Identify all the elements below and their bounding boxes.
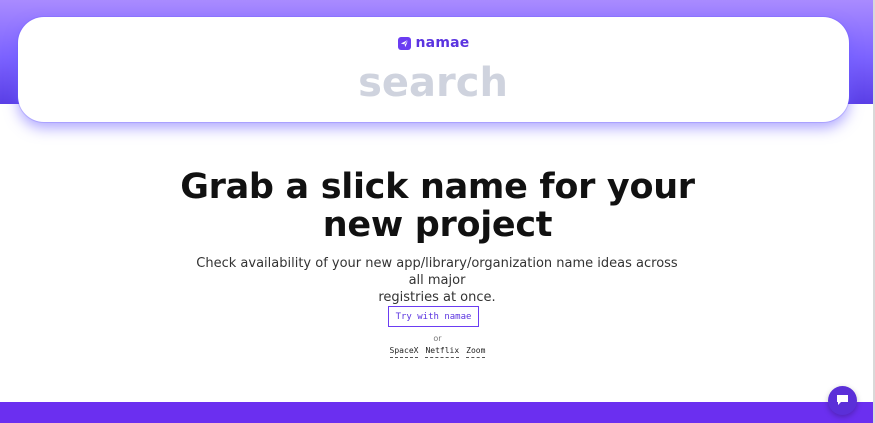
page: namae Grab a slick name for your new pro… [0, 0, 875, 423]
example-netflix-link[interactable]: Netflix [425, 346, 460, 358]
brand-name: namae [415, 35, 470, 51]
search-input[interactable] [218, 58, 648, 108]
example-list: SpaceX Netflix Zoom [0, 346, 875, 358]
footer-band [0, 402, 875, 423]
search-card: namae [18, 17, 849, 122]
or-separator: or [433, 334, 442, 343]
page-title: Grab a slick name for your new project [0, 168, 875, 244]
paper-plane-icon [397, 36, 411, 50]
headline-line-1: Grab a slick name for your [180, 167, 695, 207]
hero-subtitle: Check availability of your new app/libra… [187, 255, 687, 306]
headline-line-2: new project [322, 205, 553, 245]
subtitle-line-2: registries at once. [378, 290, 496, 305]
example-zoom-link[interactable]: Zoom [466, 346, 486, 358]
brand[interactable]: namae [18, 35, 849, 51]
example-spacex-link[interactable]: SpaceX [389, 346, 419, 358]
chat-button[interactable] [828, 386, 857, 415]
subtitle-line-1: Check availability of your new app/libra… [196, 256, 678, 288]
try-with-namae-button[interactable]: Try with namae [388, 306, 479, 327]
chat-bubble-icon [836, 391, 849, 410]
